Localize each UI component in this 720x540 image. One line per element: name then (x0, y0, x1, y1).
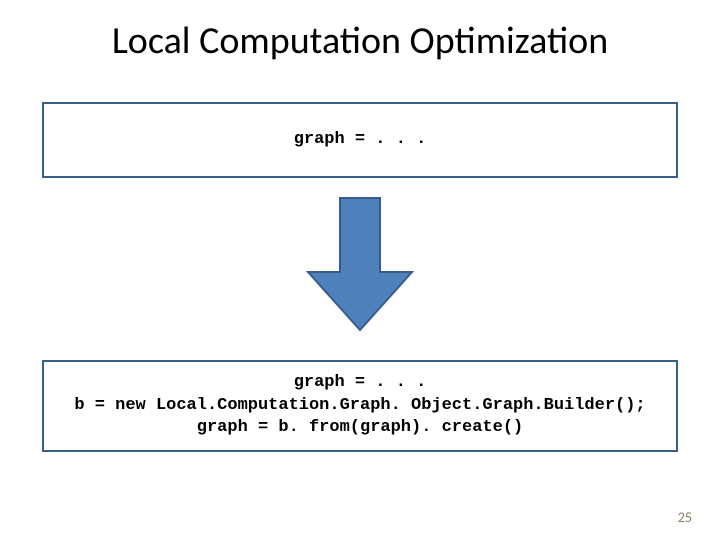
down-arrow-icon (302, 194, 418, 338)
page-number: 25 (678, 509, 692, 526)
code-line: graph = . . . (294, 372, 427, 395)
code-box-before: graph = . . . (42, 102, 678, 178)
slide-title: Local Computation Optimization (0, 18, 720, 64)
code-box-after: graph = . . . b = new Local.Computation.… (42, 360, 678, 452)
code-line: b = new Local.Computation.Graph. Object.… (74, 395, 645, 418)
code-line: graph = . . . (294, 129, 427, 152)
code-line: graph = b. from(graph). create() (197, 417, 523, 440)
arrow-path (308, 198, 412, 330)
